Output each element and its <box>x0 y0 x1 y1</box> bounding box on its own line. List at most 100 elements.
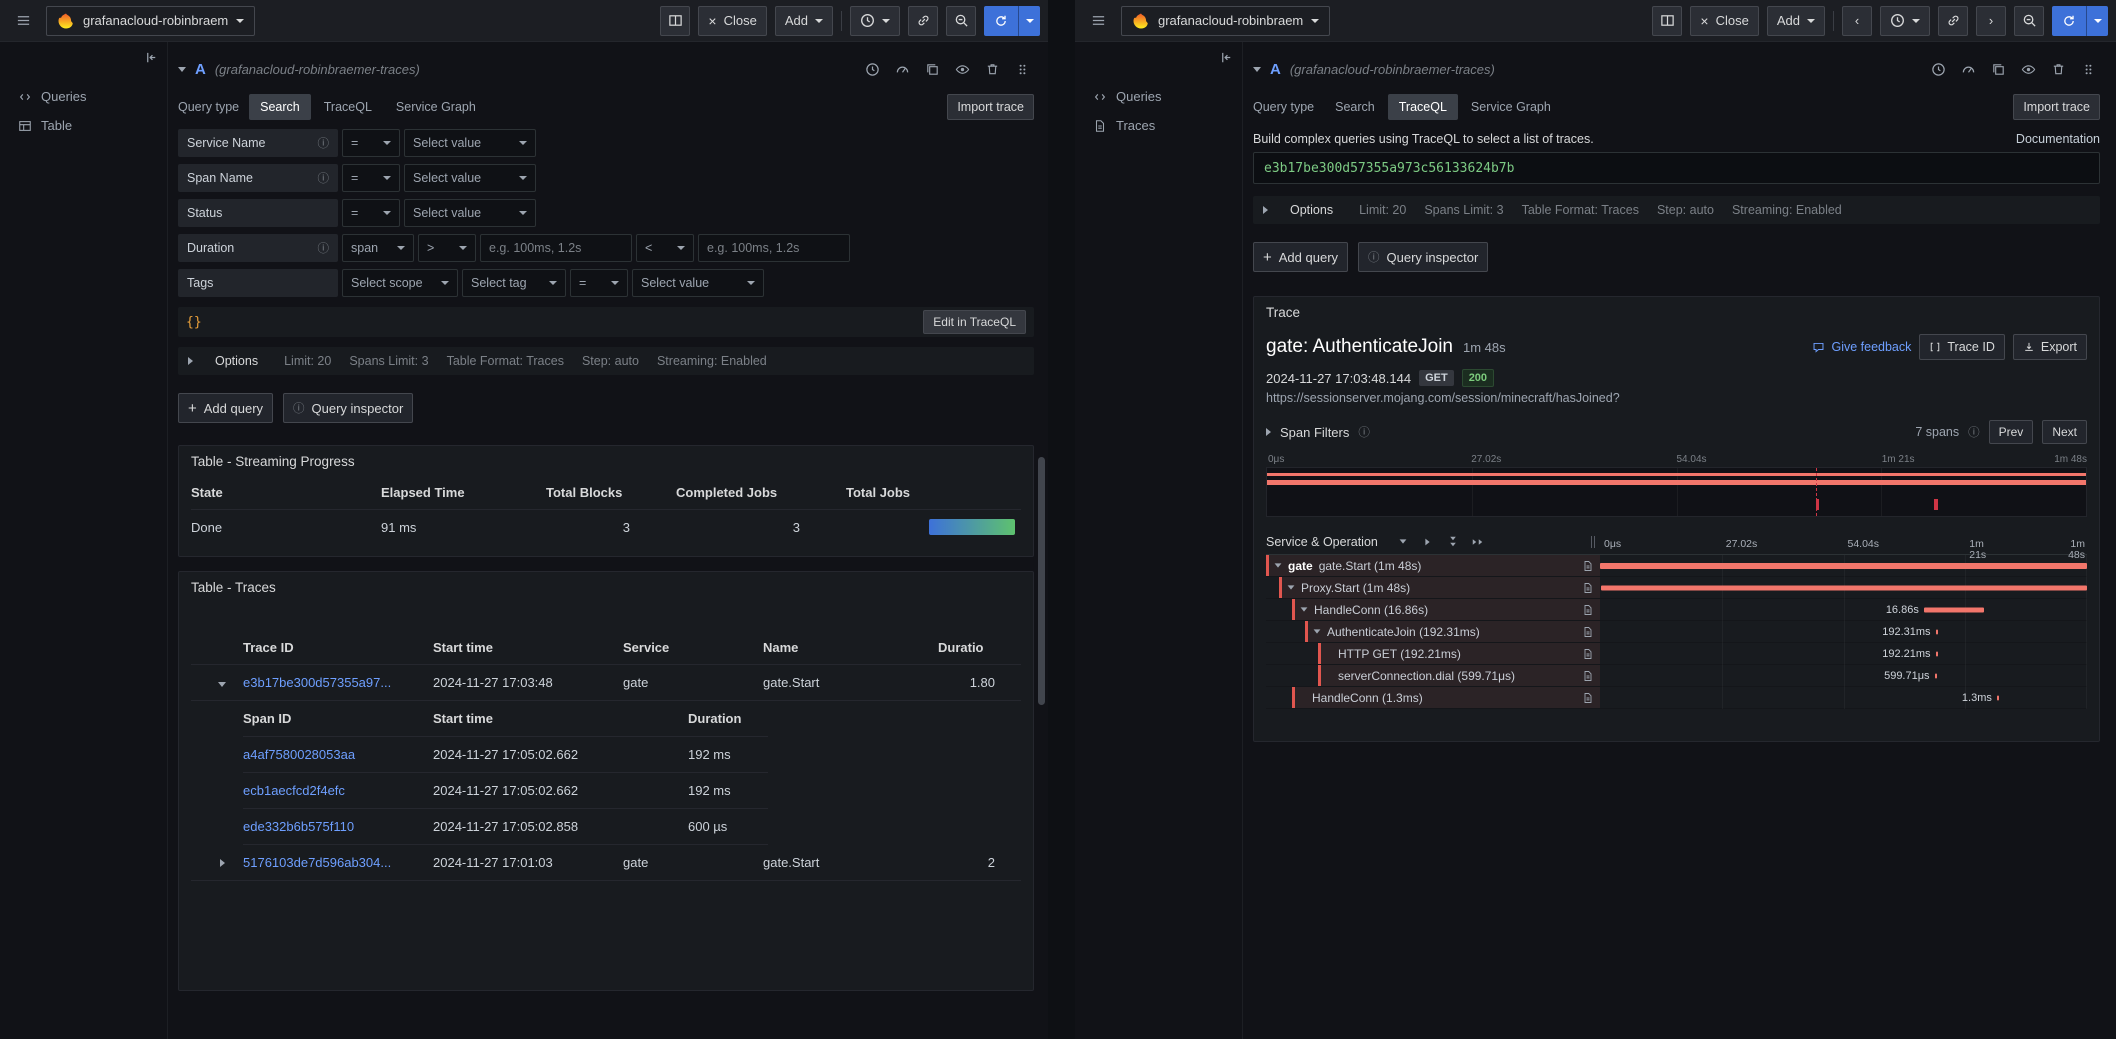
column-header[interactable]: Duration <box>938 640 984 655</box>
duration-min-input[interactable] <box>480 234 632 262</box>
span-row[interactable]: serverConnection.dial (599.71μs) 599.71μ… <box>1266 665 2087 687</box>
prev-span-button[interactable]: Prev <box>1989 420 2034 444</box>
documentation-link[interactable]: Documentation <box>2016 132 2100 146</box>
datasource-picker[interactable]: grafanacloud-robinbraem <box>46 6 255 36</box>
trace-id-button[interactable]: Trace ID <box>1919 334 2004 360</box>
span-duration-bar[interactable] <box>1601 585 2087 590</box>
menu-icon[interactable] <box>8 6 38 36</box>
span-logs-icon[interactable] <box>1582 626 1594 638</box>
sidebar-item-table[interactable]: Table <box>0 111 167 140</box>
tag-value-select[interactable]: Select value <box>632 269 764 297</box>
span-row[interactable]: HandleConn (16.86s) 16.86s <box>1266 599 2087 621</box>
drag-handle-icon[interactable] <box>2076 57 2100 81</box>
time-picker-button[interactable] <box>1880 6 1930 36</box>
span-id-link[interactable]: a4af7580028053aa <box>243 747 433 762</box>
span-logs-icon[interactable] <box>1582 692 1594 704</box>
close-split-button[interactable]: × Close <box>1690 6 1758 36</box>
span-logs-icon[interactable] <box>1582 582 1594 594</box>
tag-name-select[interactable]: Select tag <box>462 269 566 297</box>
expand-row-icon[interactable] <box>191 855 243 870</box>
share-link-button[interactable] <box>908 6 938 36</box>
collapse-span-icon[interactable] <box>1301 607 1308 611</box>
collapse-all-icon[interactable] <box>1446 535 1460 549</box>
tab-traceql[interactable]: TraceQL <box>313 94 383 120</box>
span-row[interactable]: HTTP GET (192.21ms) 192.21ms <box>1266 643 2087 665</box>
share-link-button[interactable] <box>1938 6 1968 36</box>
column-header[interactable]: Completed Jobs <box>676 485 846 500</box>
split-view-button[interactable] <box>660 6 690 36</box>
import-trace-button[interactable]: Import trace <box>947 94 1034 120</box>
trash-icon[interactable] <box>2046 57 2070 81</box>
tag-scope-select[interactable]: Select scope <box>342 269 458 297</box>
expand-one-icon[interactable] <box>1421 535 1435 549</box>
sidebar-item-queries[interactable]: Queries <box>0 82 167 111</box>
span-duration-bar[interactable] <box>1936 651 1938 656</box>
tab-search[interactable]: Search <box>249 94 311 120</box>
clock-icon[interactable] <box>860 57 884 81</box>
close-split-button[interactable]: × Close <box>698 6 766 36</box>
duration-lt-select[interactable]: < <box>636 234 694 262</box>
span-duration-bar[interactable] <box>1924 607 1984 612</box>
next-span-button[interactable]: Next <box>2042 420 2087 444</box>
drag-handle-icon[interactable] <box>1010 57 1034 81</box>
status-operator-select[interactable]: = <box>342 199 400 227</box>
time-shift-back-button[interactable]: ‹ <box>1842 6 1872 36</box>
span-logs-icon[interactable] <box>1582 560 1594 572</box>
column-header[interactable]: Name <box>763 640 938 655</box>
tag-operator-select[interactable]: = <box>570 269 628 297</box>
export-button[interactable]: Export <box>2013 334 2087 360</box>
collapse-sidebar-button[interactable] <box>1219 50 1234 68</box>
split-divider[interactable] <box>1048 0 1075 1039</box>
clock-icon[interactable] <box>1926 57 1950 81</box>
tab-service-graph[interactable]: Service Graph <box>1460 94 1562 120</box>
query-inspector-button[interactable]: ⓘ Query inspector <box>1358 242 1488 272</box>
trash-icon[interactable] <box>980 57 1004 81</box>
query-options-row[interactable]: Options Limit: 20 Spans Limit: 3 Table F… <box>178 347 1034 375</box>
span-duration-bar[interactable] <box>1600 563 2087 569</box>
column-header[interactable]: State <box>191 485 381 500</box>
collapse-query-icon[interactable] <box>178 67 186 72</box>
span-filters-label[interactable]: Span Filters <box>1280 425 1349 440</box>
span-logs-icon[interactable] <box>1582 604 1594 616</box>
run-query-button[interactable] <box>2052 6 2108 36</box>
sidebar-item-queries[interactable]: Queries <box>1075 82 1242 111</box>
column-header[interactable]: Total Jobs <box>846 485 1021 500</box>
add-query-button[interactable]: + Add query <box>1253 242 1348 272</box>
query-inspector-button[interactable]: ⓘ Query inspector <box>283 393 413 423</box>
tab-service-graph[interactable]: Service Graph <box>385 94 487 120</box>
scrollbar-thumb[interactable] <box>1038 457 1045 705</box>
zoom-out-button[interactable] <box>2014 6 2044 36</box>
collapse-span-icon[interactable] <box>1314 629 1321 633</box>
collapse-span-icon[interactable] <box>1288 585 1295 589</box>
time-shift-forward-button[interactable]: › <box>1976 6 2006 36</box>
service-name-operator-select[interactable]: = <box>342 129 400 157</box>
add-button[interactable]: Add <box>1767 6 1825 36</box>
expand-all-icon[interactable] <box>1471 535 1485 549</box>
add-query-button[interactable]: + Add query <box>178 393 273 423</box>
span-duration-bar[interactable] <box>1997 695 1999 700</box>
collapse-query-icon[interactable] <box>1253 67 1261 72</box>
sidebar-item-traces[interactable]: Traces <box>1075 111 1242 140</box>
span-name-operator-select[interactable]: = <box>342 164 400 192</box>
status-value-select[interactable]: Select value <box>404 199 536 227</box>
split-view-button[interactable] <box>1652 6 1682 36</box>
traceql-query-input[interactable]: e3b17be300d57355a973c56133624b7b <box>1253 152 2100 184</box>
service-name-value-select[interactable]: Select value <box>404 129 536 157</box>
column-header[interactable]: Trace ID <box>243 640 433 655</box>
add-button[interactable]: Add <box>775 6 833 36</box>
tab-search[interactable]: Search <box>1324 94 1386 120</box>
time-picker-button[interactable] <box>850 6 900 36</box>
run-query-button[interactable] <box>984 6 1040 36</box>
trace-id-link[interactable]: e3b17be300d57355a97... <box>243 675 433 690</box>
duration-gt-select[interactable]: > <box>418 234 476 262</box>
column-header[interactable]: Service <box>623 640 763 655</box>
column-resizer[interactable] <box>1586 529 1600 554</box>
span-logs-icon[interactable] <box>1582 670 1594 682</box>
collapse-row-icon[interactable] <box>191 675 243 690</box>
gauge-icon[interactable] <box>1956 57 1980 81</box>
span-logs-icon[interactable] <box>1582 648 1594 660</box>
import-trace-button[interactable]: Import trace <box>2013 94 2100 120</box>
eye-icon[interactable] <box>2016 57 2040 81</box>
minimap-canvas[interactable] <box>1266 467 2087 517</box>
span-row[interactable]: gate gate.Start (1m 48s) <box>1266 555 2087 577</box>
